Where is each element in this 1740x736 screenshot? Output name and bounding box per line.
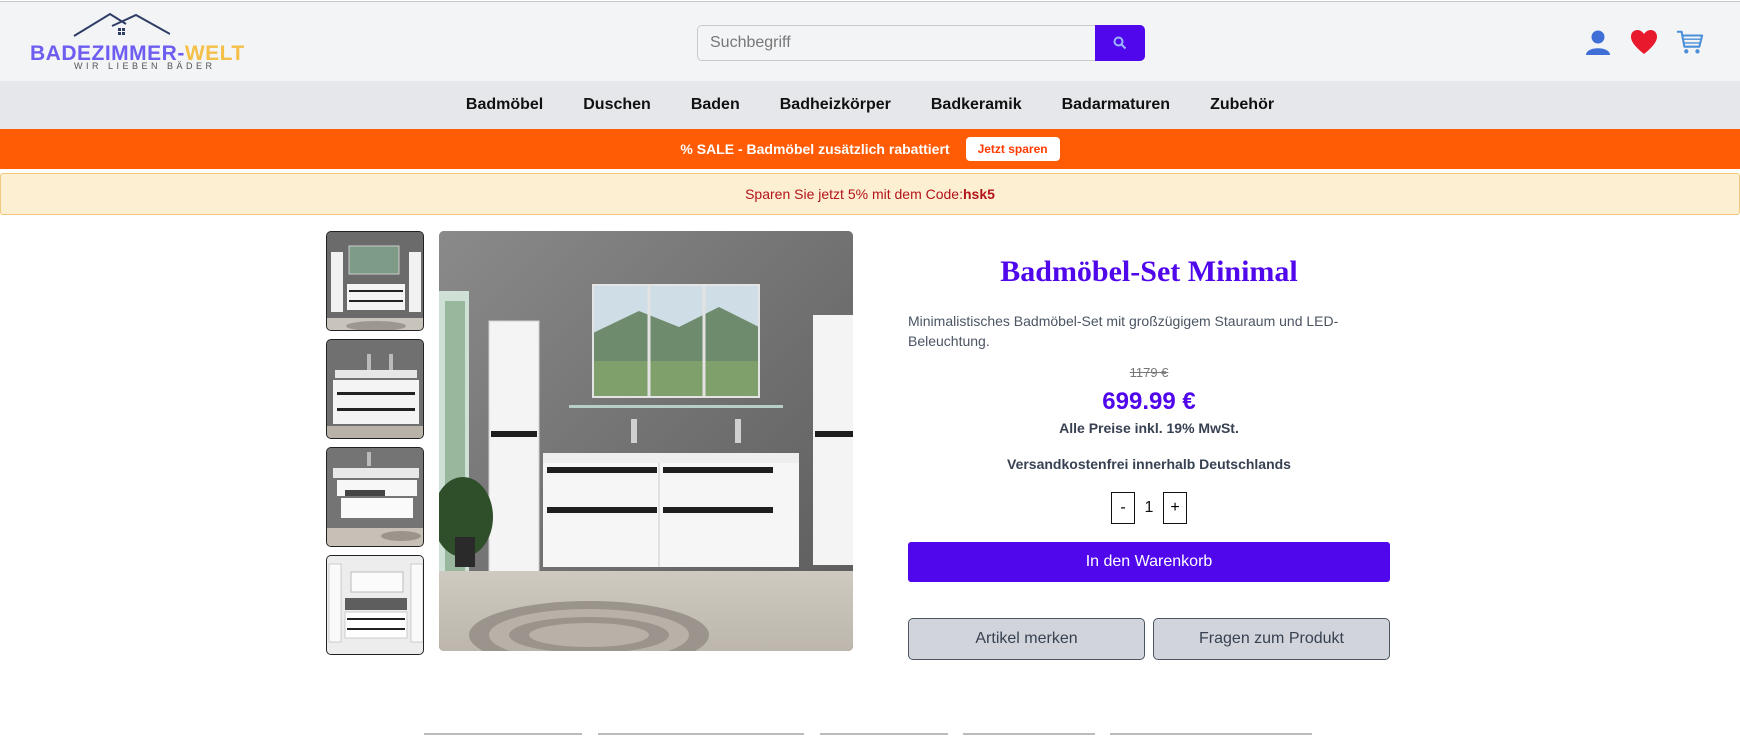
- nav-item-badmoebel[interactable]: Badmöbel: [446, 96, 563, 114]
- product-title: Badmöbel-Set Minimal: [1000, 255, 1298, 288]
- account-button[interactable]: [1584, 27, 1612, 57]
- search-input[interactable]: [697, 25, 1096, 61]
- bathroom-set-thumbnail-image: [327, 340, 423, 438]
- bathroom-set-thumbnail-image: [327, 448, 423, 546]
- house-roof-icon: [73, 12, 170, 37]
- discount-code-banner: Sparen Sie jetzt 5% mit dem Code: hsk5: [0, 173, 1740, 215]
- nav-item-baden[interactable]: Baden: [671, 96, 760, 114]
- nav-item-duschen[interactable]: Duschen: [563, 96, 671, 114]
- product-thumbnail[interactable]: [326, 231, 424, 331]
- quantity-decrease-button[interactable]: -: [1111, 492, 1135, 524]
- heart-icon: [1631, 30, 1657, 54]
- tab-divider[interactable]: [820, 733, 948, 735]
- product-details: Badmöbel-Set Minimal Minimalistisches Ba…: [908, 231, 1390, 660]
- discount-code: hsk5: [962, 186, 995, 202]
- logo-tagline: WIR LIEBEN BÄDER: [74, 61, 216, 71]
- bathroom-set-thumbnail-image: [327, 232, 423, 330]
- current-price: 699.99 €: [1102, 388, 1196, 415]
- cart-button[interactable]: [1676, 27, 1704, 57]
- nav-item-badkeramik[interactable]: Badkeramik: [911, 96, 1042, 114]
- search-icon: [1113, 36, 1127, 50]
- site-logo[interactable]: BADEZIMMER-WELT WIR LIEBEN BÄDER: [30, 12, 256, 74]
- secondary-actions: Artikel merken Fragen zum Produkt: [908, 618, 1390, 660]
- product-thumbnail[interactable]: [326, 447, 424, 547]
- search-button[interactable]: [1095, 25, 1145, 61]
- site-header: BADEZIMMER-WELT WIR LIEBEN BÄDER: [0, 1, 1740, 81]
- nav-item-badarmaturen[interactable]: Badarmaturen: [1042, 96, 1190, 114]
- main-nav: Badmöbel Duschen Baden Badheizkörper Bad…: [0, 81, 1740, 129]
- discount-code-text: Sparen Sie jetzt 5% mit dem Code:: [745, 186, 963, 202]
- product-main-image[interactable]: [439, 231, 853, 651]
- quantity-increase-button[interactable]: +: [1163, 492, 1187, 524]
- product-description: Minimalistisches Badmöbel-Set mit großzü…: [908, 313, 1339, 349]
- bathroom-set-image: [439, 231, 853, 651]
- tab-divider[interactable]: [424, 733, 582, 735]
- quantity-stepper: - 1 +: [908, 492, 1390, 524]
- tab-divider[interactable]: [1110, 733, 1312, 735]
- add-to-cart-button[interactable]: In den Warenkorb: [908, 542, 1390, 582]
- tax-note: Alle Preise inkl. 19% MwSt.: [1059, 420, 1239, 436]
- nav-item-zubehoer[interactable]: Zubehör: [1190, 96, 1294, 114]
- header-icons: [1584, 24, 1704, 60]
- shipping-note: Versandkostenfrei innerhalb Deutschlands: [1007, 456, 1291, 472]
- old-price: 1179 €: [1129, 365, 1169, 380]
- quantity-value: 1: [1144, 499, 1154, 516]
- sale-text: % SALE - Badmöbel zusätzlich rabattiert: [680, 141, 950, 157]
- sale-banner: % SALE - Badmöbel zusätzlich rabattiert …: [0, 129, 1740, 169]
- tab-divider[interactable]: [598, 733, 804, 735]
- wishlist-add-button[interactable]: Artikel merken: [908, 618, 1145, 660]
- user-icon: [1586, 30, 1610, 55]
- wishlist-button[interactable]: [1630, 27, 1658, 57]
- search-bar: [697, 25, 1145, 61]
- product-thumbnail[interactable]: [326, 339, 424, 439]
- tab-divider[interactable]: [963, 733, 1095, 735]
- product-thumbnail[interactable]: [326, 555, 424, 655]
- product-thumbnails: [326, 231, 424, 663]
- sale-cta-button[interactable]: Jetzt sparen: [965, 137, 1060, 161]
- cart-icon: [1676, 30, 1704, 54]
- nav-item-badheizkoerper[interactable]: Badheizkörper: [760, 96, 911, 114]
- bathroom-set-thumbnail-image: [327, 556, 423, 654]
- product-question-button[interactable]: Fragen zum Produkt: [1153, 618, 1390, 660]
